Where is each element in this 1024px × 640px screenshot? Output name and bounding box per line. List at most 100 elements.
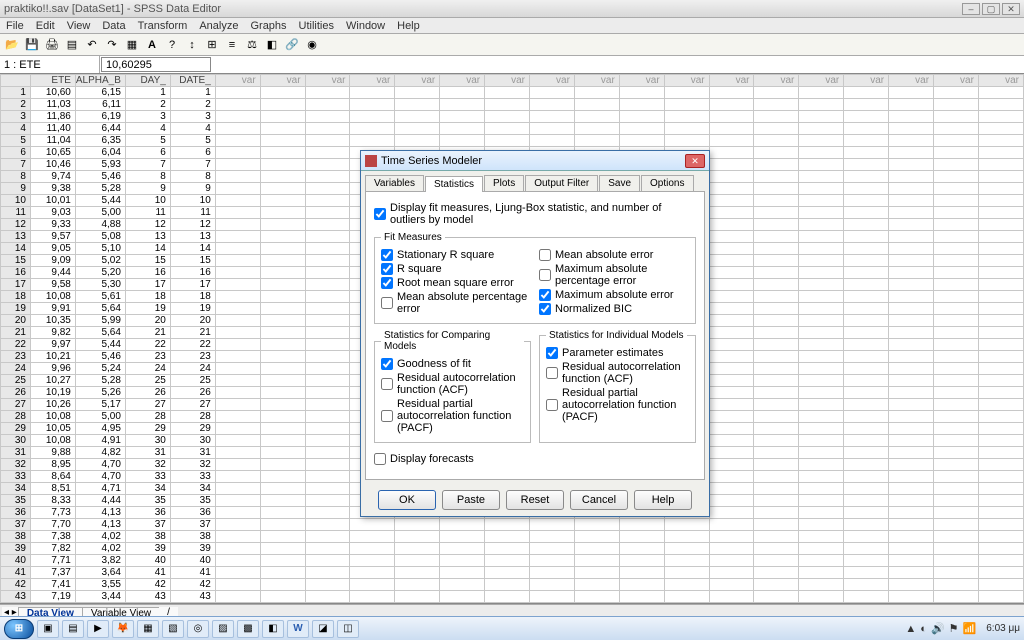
ok-button[interactable]: OK: [378, 490, 436, 510]
task-word[interactable]: W: [287, 620, 309, 638]
table-row[interactable]: 427,413,554242: [1, 579, 1024, 591]
use-sets-icon[interactable]: ◉: [304, 37, 320, 53]
clock[interactable]: 6:03 μμ: [980, 623, 1020, 634]
dialog-titlebar[interactable]: Time Series Modeler ✕: [361, 151, 709, 171]
table-row[interactable]: 211,036,1122: [1, 99, 1024, 111]
help-button[interactable]: Help: [634, 490, 692, 510]
find-case-icon[interactable]: ↕: [184, 37, 200, 53]
chk-cmp-0[interactable]: Goodness of fit: [381, 358, 524, 370]
chk-fit-left-0[interactable]: Stationary R square: [381, 249, 531, 261]
table-row[interactable]: 511,046,3555: [1, 135, 1024, 147]
table-row[interactable]: 377,704,133737: [1, 519, 1024, 531]
task-app4[interactable]: ▨: [212, 620, 234, 638]
weight-icon[interactable]: ⚖: [244, 37, 260, 53]
menu-help[interactable]: Help: [397, 20, 420, 32]
chk-fit-right-0[interactable]: Mean absolute error: [539, 249, 689, 261]
app-icon: [365, 155, 377, 167]
chk-fit-right-2[interactable]: Maximum absolute error: [539, 289, 689, 301]
taskbar: ⊞ ▣ ▤ ▶ 🦊 ▦ ▧ ◎ ▨ ▩ ◧ W ◪ ◫ ▲ ◐ 🔊 ⚑ 📶 6:…: [0, 616, 1024, 640]
task-firefox[interactable]: 🦊: [112, 620, 134, 638]
select-cases-icon[interactable]: ◧: [264, 37, 280, 53]
table-row[interactable]: 110,606,1511: [1, 87, 1024, 99]
chk-ind-2[interactable]: Residual partial autocorrelation functio…: [546, 387, 689, 423]
table-row[interactable]: 407,713,824040: [1, 555, 1024, 567]
menu-window[interactable]: Window: [346, 20, 385, 32]
tab-output-filter[interactable]: Output Filter: [525, 175, 598, 191]
toolbar: 📂 💾 🖨 ▤ ↶ ↷ ▦ A ? ↕ ⊞ ≡ ⚖ ◧ 🔗 ◉: [0, 34, 1024, 56]
minimize-button[interactable]: –: [962, 3, 980, 15]
find-icon[interactable]: A: [144, 37, 160, 53]
chk-cmp-2[interactable]: Residual partial autocorrelation functio…: [381, 398, 524, 434]
task-media[interactable]: ▶: [87, 620, 109, 638]
close-button[interactable]: ✕: [1002, 3, 1020, 15]
reset-button[interactable]: Reset: [506, 490, 564, 510]
table-row[interactable]: 311,866,1933: [1, 111, 1024, 123]
window-controls: – ▢ ✕: [962, 3, 1020, 15]
split-icon[interactable]: ≡: [224, 37, 240, 53]
tray-icon[interactable]: ◐: [920, 623, 927, 635]
dialog-close-button[interactable]: ✕: [685, 154, 705, 168]
tab-statistics[interactable]: Statistics: [425, 176, 483, 192]
tab-save[interactable]: Save: [599, 175, 640, 191]
task-app3[interactable]: ▧: [162, 620, 184, 638]
insert-case-icon[interactable]: ⊞: [204, 37, 220, 53]
chk-fit-left-2[interactable]: Root mean square error: [381, 277, 531, 289]
open-icon[interactable]: 📂: [4, 37, 20, 53]
menu-analyze[interactable]: Analyze: [199, 20, 238, 32]
menu-utilities[interactable]: Utilities: [299, 20, 334, 32]
table-row[interactable]: 417,373,644141: [1, 567, 1024, 579]
redo-icon[interactable]: ↷: [104, 37, 120, 53]
tray-icon[interactable]: 🔊: [931, 622, 945, 635]
print-icon[interactable]: 🖨: [44, 37, 60, 53]
table-row[interactable]: 447,043,464444: [1, 603, 1024, 605]
table-row[interactable]: 387,384,023838: [1, 531, 1024, 543]
task-app5[interactable]: ▩: [237, 620, 259, 638]
chk-ind-1[interactable]: Residual autocorrelation function (ACF): [546, 361, 689, 385]
chk-fit-left-3[interactable]: Mean absolute percentage error: [381, 291, 531, 315]
task-app6[interactable]: ◧: [262, 620, 284, 638]
chk-fit-right-1[interactable]: Maximum absolute percentage error: [539, 263, 689, 287]
menu-file[interactable]: File: [6, 20, 24, 32]
task-app1[interactable]: ▤: [62, 620, 84, 638]
tray-icon[interactable]: 📶: [963, 622, 977, 635]
table-row[interactable]: 397,824,023939: [1, 543, 1024, 555]
menu-data[interactable]: Data: [102, 20, 125, 32]
undo-icon[interactable]: ↶: [84, 37, 100, 53]
task-explorer[interactable]: ▣: [37, 620, 59, 638]
ind-legend: Statistics for Individual Models: [546, 330, 687, 341]
task-spss[interactable]: ◪: [312, 620, 334, 638]
menu-transform[interactable]: Transform: [138, 20, 188, 32]
maximize-button[interactable]: ▢: [982, 3, 1000, 15]
value-labels-icon[interactable]: 🔗: [284, 37, 300, 53]
chk-display-forecasts[interactable]: Display forecasts: [374, 453, 696, 465]
menu-view[interactable]: View: [67, 20, 91, 32]
start-button[interactable]: ⊞: [4, 619, 34, 639]
chk-display-fit[interactable]: Display fit measures, Ljung-Box statisti…: [374, 202, 696, 226]
table-row[interactable]: 411,406,4444: [1, 123, 1024, 135]
save-icon[interactable]: 💾: [24, 37, 40, 53]
cell-value[interactable]: 10,60295: [101, 57, 211, 72]
tab-variables[interactable]: Variables: [365, 175, 424, 191]
task-app8[interactable]: ◫: [337, 620, 359, 638]
table-row[interactable]: 437,193,444343: [1, 591, 1024, 603]
task-chrome[interactable]: ◎: [187, 620, 209, 638]
dialog-recall-icon[interactable]: ▤: [64, 37, 80, 53]
variables-icon[interactable]: ?: [164, 37, 180, 53]
paste-button[interactable]: Paste: [442, 490, 500, 510]
task-app2[interactable]: ▦: [137, 620, 159, 638]
chk-fit-left-1[interactable]: R square: [381, 263, 531, 275]
tab-options[interactable]: Options: [641, 175, 693, 191]
goto-case-icon[interactable]: ▦: [124, 37, 140, 53]
tray-icon[interactable]: ▲: [905, 623, 916, 635]
tray-icon[interactable]: ⚑: [949, 622, 959, 635]
menu-edit[interactable]: Edit: [36, 20, 55, 32]
cancel-button[interactable]: Cancel: [570, 490, 628, 510]
tab-plots[interactable]: Plots: [484, 175, 524, 191]
chk-cmp-1[interactable]: Residual autocorrelation function (ACF): [381, 372, 524, 396]
fit-measures-group: Fit Measures Stationary R squareR square…: [374, 232, 696, 324]
menu-graphs[interactable]: Graphs: [250, 20, 286, 32]
chk-fit-right-3[interactable]: Normalized BIC: [539, 303, 689, 315]
window-title: praktiko!!.sav [DataSet1] - SPSS Data Ed…: [4, 3, 221, 15]
cmp-legend: Statistics for Comparing Models: [381, 330, 524, 352]
chk-ind-0[interactable]: Parameter estimates: [546, 347, 689, 359]
